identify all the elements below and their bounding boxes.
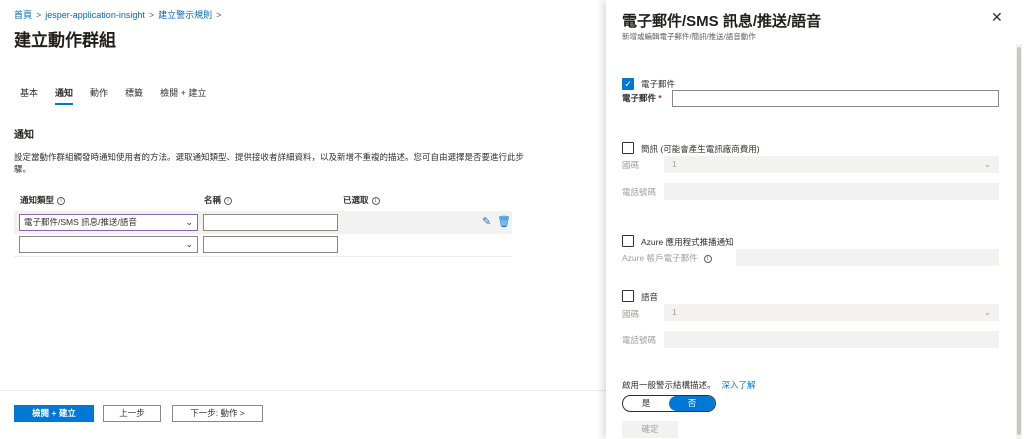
breadcrumb: 首頁 > jesper-application-insight > 建立警示規則 >	[14, 8, 225, 21]
email-checkbox[interactable]: ✓	[622, 78, 634, 90]
action-group-page: 首頁 > jesper-application-insight > 建立警示規則 > 建立…	[0, 0, 606, 439]
column-header-selected-label: 已選取	[343, 195, 369, 205]
push-checkbox[interactable]	[622, 235, 634, 247]
info-icon[interactable]: i	[57, 196, 66, 205]
push-account-email-input[interactable]	[736, 249, 999, 266]
sms-country-code-value: 1	[672, 159, 677, 169]
email-field-label-text: 電子郵件	[622, 93, 657, 103]
page-title: 建立動作群組	[14, 31, 116, 50]
notification-name-input-empty[interactable]	[203, 236, 338, 253]
sms-phone-input[interactable]	[664, 183, 999, 200]
edit-icon[interactable]: ✎	[482, 216, 491, 228]
notification-type-select-empty[interactable]: ⌄	[19, 236, 198, 253]
tab-notifications[interactable]: 通知	[55, 86, 74, 105]
chevron-right-icon: >	[36, 10, 42, 20]
email-field-label: 電子郵件 *	[622, 92, 662, 104]
notifications-section-title: 通知	[14, 130, 34, 141]
tab-tags[interactable]: 標籤	[125, 86, 143, 105]
panel-subtitle: 新增或編輯電子郵件/簡訊/推送/語音動作	[622, 32, 756, 41]
push-account-email-label-text: Azure 帳戶電子郵件	[622, 253, 698, 263]
notification-type-select[interactable]: 電子郵件/SMS 訊息/推送/語音 ⌄	[19, 214, 198, 231]
voice-checkbox-label: 語音	[641, 292, 659, 302]
email-sms-push-voice-panel: 電子郵件/SMS 訊息/推送/語音 新增或編輯電子郵件/簡訊/推送/語音動作 ✕…	[606, 0, 1024, 439]
common-alert-schema-text: 啟用一般警示結構描述。	[622, 380, 716, 390]
push-account-email-label: Azure 帳戶電子郵件 i	[622, 252, 712, 264]
column-header-type: 通知類型 i	[20, 194, 66, 206]
sms-checkbox[interactable]	[622, 142, 634, 154]
scrollbar-thumb[interactable]	[1017, 47, 1021, 435]
voice-country-code-value: 1	[672, 307, 677, 317]
column-header-selected: 已選取 i	[343, 194, 380, 206]
column-header-name-label: 名稱	[204, 195, 222, 205]
tab-bar: 基本 通知 動作 標籤 檢閱 + 建立	[20, 86, 223, 105]
delete-icon[interactable]: 🗑	[497, 216, 511, 228]
breadcrumb-home[interactable]: 首頁	[14, 10, 32, 20]
common-alert-schema-toggle[interactable]: 是 否	[622, 395, 716, 412]
chevron-down-icon: ⌄	[983, 159, 991, 169]
voice-checkbox[interactable]	[622, 290, 634, 302]
required-marker: *	[658, 93, 662, 103]
sms-country-code-select[interactable]: 1 ⌄	[664, 156, 999, 173]
info-icon[interactable]: i	[224, 196, 233, 205]
voice-phone-label: 電話號碼	[622, 335, 657, 345]
footer-divider	[0, 390, 606, 391]
sms-phone-label: 電話號碼	[622, 187, 657, 197]
next-button[interactable]: 下一步: 動作 >	[172, 405, 263, 422]
chevron-down-icon: ⌄	[185, 239, 193, 249]
notification-name-input[interactable]	[203, 214, 338, 231]
panel-title: 電子郵件/SMS 訊息/推送/語音	[622, 13, 822, 30]
learn-more-link[interactable]: 深入了解	[722, 380, 756, 390]
sms-country-code-label: 國碼	[622, 160, 640, 170]
confirm-button[interactable]: 確定	[622, 421, 678, 438]
row-divider	[14, 256, 512, 257]
notifications-description: 設定當動作群組觸發時通知使用者的方法。選取通知類型、提供接收者詳細資料，以及新增…	[14, 152, 525, 174]
info-icon[interactable]: i	[371, 196, 380, 205]
toggle-no[interactable]: 否	[669, 396, 715, 411]
chevron-right-icon: >	[148, 10, 155, 20]
previous-button[interactable]: 上一步	[103, 405, 161, 422]
review-create-button[interactable]: 檢閱 + 建立	[14, 405, 94, 422]
breadcrumb-create-alert-rule[interactable]: 建立警示規則	[158, 10, 212, 20]
voice-country-code-select[interactable]: 1 ⌄	[664, 304, 999, 321]
email-checkbox-label: 電子郵件	[641, 79, 676, 89]
chevron-down-icon: ⌄	[983, 307, 991, 317]
push-checkbox-label: Azure 應用程式推播通知	[641, 237, 734, 247]
voice-country-code-label: 國碼	[622, 309, 640, 319]
tab-review-create[interactable]: 檢閱 + 建立	[160, 86, 206, 105]
common-alert-schema-label: 啟用一般警示結構描述。 深入了解	[622, 379, 756, 391]
sms-checkbox-label: 簡訊 (可能會產生電訊廠商費用)	[641, 144, 760, 154]
chevron-down-icon: ⌄	[185, 217, 193, 227]
toggle-yes[interactable]: 是	[623, 396, 669, 411]
info-icon[interactable]: i	[703, 254, 712, 263]
chevron-right-icon: >	[216, 10, 222, 20]
tab-actions[interactable]: 動作	[90, 86, 108, 105]
tab-basics[interactable]: 基本	[20, 86, 38, 105]
close-icon[interactable]: ✕	[991, 9, 1003, 26]
column-header-name: 名稱 i	[204, 194, 233, 206]
voice-phone-input[interactable]	[664, 331, 999, 348]
email-input[interactable]	[672, 90, 999, 107]
notification-type-value: 電子郵件/SMS 訊息/推送/語音	[24, 217, 137, 227]
column-header-type-label: 通知類型	[20, 195, 55, 205]
checkmark-icon: ✓	[624, 79, 632, 89]
breadcrumb-app-insight[interactable]: jesper-application-insight	[45, 10, 145, 20]
